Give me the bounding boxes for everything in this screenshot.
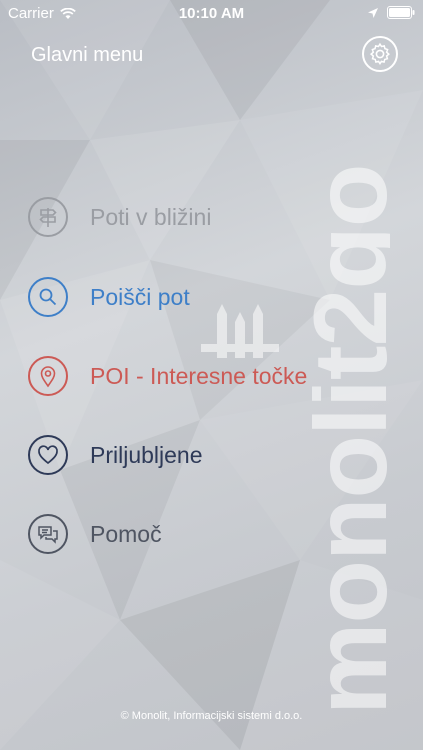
battery-icon (387, 6, 415, 19)
menu-item-label: Poti v bližini (90, 203, 212, 230)
main-menu-screen: Carrier 10:10 AM Glavni menu monolit2go … (0, 0, 423, 750)
location-pin-icon (28, 356, 68, 396)
menu-item-favorites[interactable]: Priljubljene (28, 432, 203, 478)
status-bar: Carrier 10:10 AM (0, 0, 423, 28)
status-time: 10:10 AM (178, 5, 245, 22)
status-right-icons (367, 6, 415, 19)
signpost-icon (28, 197, 68, 237)
menu-item-nearby-trails[interactable]: Poti v bližini (28, 194, 211, 240)
menu-item-help[interactable]: Pomoč (28, 511, 162, 557)
page-title: Glavni menu (31, 44, 144, 66)
menu-item-label: Pomoč (90, 520, 162, 547)
menu-item-find-trail[interactable]: Poišči pot (28, 274, 190, 320)
copyright-footer: © Monolit, Informacijski sistemi d.o.o. (120, 710, 303, 722)
brand-wordmark: monolit2go (312, 25, 390, 715)
menu-item-label: Priljubljene (90, 441, 203, 468)
menu-item-label: Poišči pot (90, 283, 190, 310)
heart-icon (28, 435, 68, 475)
menu-item-label: POI - Interesne točke (90, 362, 308, 389)
search-icon (28, 277, 68, 317)
brand-text: monolit2go (312, 164, 390, 715)
location-arrow-icon (368, 7, 378, 18)
chat-bubbles-icon (28, 514, 68, 554)
menu-item-poi[interactable]: POI - Interesne točke (28, 353, 307, 399)
